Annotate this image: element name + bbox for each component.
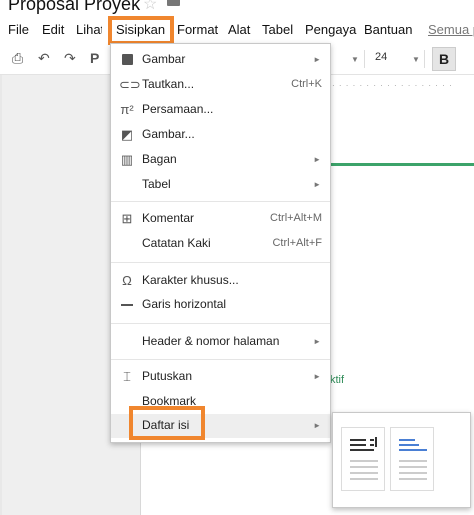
submenu-arrow-icon: ► (313, 155, 321, 164)
menu-item-label: Gambar (142, 52, 186, 66)
menu-edit[interactable]: Edit (42, 22, 64, 37)
menu-file[interactable]: File (8, 22, 29, 37)
horizontal-line-icon (119, 297, 135, 313)
menu-tools[interactable]: Alat (228, 22, 250, 37)
menu-item-label: Tabel (142, 177, 171, 191)
font-size-select[interactable]: 24 (375, 51, 387, 63)
menu-table[interactable]: Tabel (262, 22, 293, 37)
menu-item-shortcut: Ctrl+Alt+M (270, 212, 322, 224)
submenu-arrow-icon: ► (313, 55, 321, 64)
bold-button[interactable]: B (432, 47, 456, 71)
menu-item-equation[interactable]: π² Persamaan... (111, 98, 330, 122)
menu-divider (111, 262, 330, 263)
chart-icon: ▥ (120, 152, 134, 167)
font-dropdown-arrow-icon[interactable]: ▼ (351, 55, 359, 64)
page-break-icon: ⌶ (123, 369, 131, 384)
menu-item-label: Persamaan... (142, 102, 214, 116)
menu-item-label: Garis horizontal (142, 297, 227, 311)
menu-item-label: Header & nomor halaman (142, 334, 280, 348)
equation-icon: π² (120, 102, 134, 117)
document-title[interactable]: Proposal Proyek (8, 0, 140, 15)
menu-item-footnote[interactable]: Catatan Kaki Ctrl+Alt+F (111, 232, 330, 256)
menu-view[interactable]: Lihat (76, 22, 102, 37)
menu-item-special-characters[interactable]: Ω Karakter khusus... (111, 269, 330, 293)
vertical-ruler (0, 75, 2, 515)
menu-item-image[interactable]: Gambar ► (111, 48, 330, 72)
menubar: File Edit Lihat Sisipkan Format Alat Tab… (0, 18, 474, 42)
menu-item-horizontal-line[interactable]: Garis horizontal (111, 293, 330, 317)
menu-item-shortcut: Ctrl+K (291, 78, 322, 90)
menu-item-comment[interactable]: ⊞ Komentar Ctrl+Alt+M (111, 207, 330, 231)
table-of-contents-submenu (332, 412, 471, 508)
menu-item-table[interactable]: Tabel ► (111, 173, 330, 197)
star-icon[interactable]: ☆ (143, 0, 157, 14)
redo-icon[interactable]: ↷ (64, 50, 76, 67)
menu-divider (111, 323, 330, 324)
drawing-icon: ◩ (120, 127, 134, 142)
toolbar-divider (424, 50, 425, 68)
menu-help[interactable]: Bantuan (364, 22, 412, 37)
menu-item-chart[interactable]: ▥ Bagan ► (111, 148, 330, 172)
omega-icon: Ω (122, 273, 132, 288)
menu-addons[interactable]: Pengaya (305, 22, 356, 37)
menu-item-label: Putuskan (142, 369, 193, 383)
toc-with-blue-links-option[interactable] (390, 427, 434, 491)
all-changes-saved-link[interactable]: Semua p (428, 22, 474, 37)
insert-menu-highlight (108, 16, 174, 45)
submenu-arrow-icon: ► (313, 337, 321, 346)
insert-menu: Gambar ► ⊂⊃ Tautkan... Ctrl+K π² Persama… (110, 43, 331, 443)
folder-icon[interactable] (167, 0, 180, 6)
print-icon[interactable]: ⎙ (12, 50, 23, 67)
menu-divider (111, 201, 330, 202)
menu-item-label: Gambar... (142, 127, 195, 141)
heading-rule (330, 163, 474, 166)
menu-item-label: Karakter khusus... (142, 273, 239, 287)
menu-divider (111, 359, 330, 360)
submenu-arrow-icon: ► (313, 372, 321, 381)
menu-item-label: Bagan (142, 152, 177, 166)
submenu-arrow-icon: ► (313, 421, 321, 430)
menu-item-break[interactable]: ⌶ Putuskan ► (111, 365, 330, 389)
undo-icon[interactable]: ↶ (38, 50, 50, 67)
menu-format[interactable]: Format (177, 22, 218, 37)
submenu-arrow-icon: ► (313, 180, 321, 189)
menu-item-label: Komentar (142, 211, 195, 225)
menu-item-header-page-number[interactable]: Header & nomor halaman ► (111, 330, 330, 354)
paint-format-icon[interactable]: P (90, 50, 99, 66)
menu-item-drawing[interactable]: ◩ Gambar... (111, 123, 330, 147)
table-of-contents-highlight (129, 406, 205, 440)
menu-item-label: Tautkan... (142, 77, 195, 91)
link-icon: ⊂⊃ (119, 77, 141, 92)
font-size-dropdown-arrow-icon[interactable]: ▼ (412, 55, 420, 64)
menu-item-link[interactable]: ⊂⊃ Tautkan... Ctrl+K (111, 73, 330, 97)
document-text[interactable]: ktif (330, 374, 344, 386)
horizontal-ruler: · · · · · · · · · · · · · · · · · · (332, 81, 453, 90)
image-icon (119, 52, 135, 68)
add-comment-icon: ⊞ (121, 211, 133, 226)
toc-with-page-numbers-option[interactable] (341, 427, 385, 491)
menu-item-shortcut: Ctrl+Alt+F (272, 237, 322, 249)
menu-item-label: Catatan Kaki (142, 236, 211, 250)
toolbar-divider (364, 50, 365, 68)
